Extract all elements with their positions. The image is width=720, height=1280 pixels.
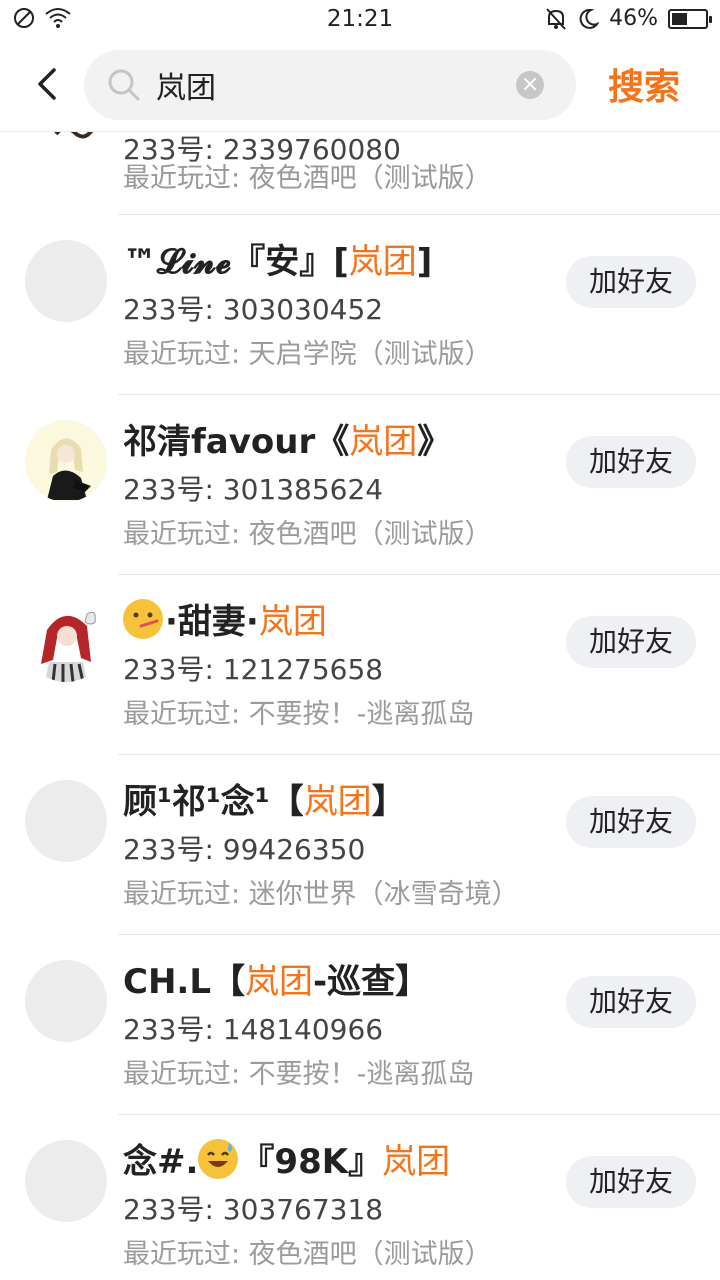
user-name: ™𝓛𝓲𝓷𝓮『安』[岚团]: [123, 234, 432, 283]
search-button[interactable]: 搜索: [608, 58, 680, 110]
name-suffix: -巡查】: [313, 962, 430, 1002]
name-text: ·甜妻·: [165, 602, 259, 642]
user-id: 233号: 99426350: [123, 833, 366, 866]
mute-bell-icon: [546, 7, 566, 30]
name-text-mid: 『98K』: [240, 1142, 383, 1182]
divider: [118, 214, 720, 215]
divider: [118, 574, 720, 575]
add-friend-button[interactable]: 加好友: [566, 796, 696, 848]
divider: [118, 754, 720, 755]
name-suffix: 》: [417, 422, 452, 462]
list-item[interactable]: 顾¹祁¹念¹【岚团】 233号: 99426350 最近玩过: 迷你世界（冰雪奇…: [0, 754, 720, 934]
search-box[interactable]: ×: [84, 50, 576, 120]
add-friend-button[interactable]: 加好友: [566, 256, 696, 308]
sick-face-emoji-icon: [123, 599, 163, 639]
user-id: 233号: 148140966: [123, 1013, 384, 1046]
battery-icon: [668, 8, 712, 29]
user-name: ·甜妻·岚团: [123, 594, 327, 643]
recently-played: 最近玩过: 不要按！-逃离孤岛: [123, 1059, 475, 1090]
battery-level: [672, 12, 687, 25]
name-text: 念#.: [123, 1142, 199, 1182]
user-name: 顾¹祁¹念¹【岚团】: [123, 774, 406, 823]
list-item-partial[interactable]: 233号: 2339760080 最近玩过: 夜色酒吧（测试版）: [0, 132, 720, 214]
name-text: 顾¹祁¹念¹【: [123, 782, 304, 822]
list-item[interactable]: ™𝓛𝓲𝓷𝓮『安』[岚团] 233号: 303030452 最近玩过: 天启学院（…: [0, 214, 720, 394]
name-highlight: 岚团: [303, 782, 372, 822]
search-header: × 搜索: [0, 40, 720, 132]
name-highlight: 岚团: [382, 1142, 451, 1182]
divider: [118, 934, 720, 935]
avatar[interactable]: [25, 600, 107, 682]
recently-played: 最近玩过: 夜色酒吧（测试版）: [123, 1239, 492, 1270]
user-id: 233号: 121275658: [123, 653, 384, 686]
add-friend-button[interactable]: 加好友: [566, 1156, 696, 1208]
user-id: 233号: 303030452: [123, 293, 384, 326]
user-id: 233号: 301385624: [123, 473, 384, 506]
battery-percent: 46%: [609, 6, 658, 31]
recently-played: 最近玩过: 天启学院（测试版）: [123, 339, 492, 370]
avatar[interactable]: [25, 420, 107, 502]
avatar[interactable]: [25, 780, 107, 862]
recently-played: 最近玩过: 夜色酒吧（测试版）: [123, 519, 492, 550]
clear-search-button[interactable]: ×: [516, 71, 544, 99]
name-highlight: 岚团: [258, 602, 327, 642]
name-suffix: ]: [416, 242, 433, 282]
search-results-list[interactable]: 233号: 2339760080 最近玩过: 夜色酒吧（测试版） ™𝓛𝓲𝓷𝓮『安…: [0, 132, 720, 1280]
avatar[interactable]: [25, 1140, 107, 1222]
status-right: 46%: [545, 6, 712, 31]
user-name: CH.L【岚团-巡查】: [123, 954, 429, 1003]
anime-girl-avatar-icon: [25, 420, 107, 502]
name-text: CH.L【: [123, 962, 245, 1002]
list-item[interactable]: 念#. 『98K』岚团 233号: 303767318 最近玩过: 夜色酒吧（测…: [0, 1114, 720, 1280]
status-bar: 21:21 46%: [0, 0, 720, 40]
add-friend-button[interactable]: 加好友: [566, 976, 696, 1028]
list-item[interactable]: CH.L【岚团-巡查】 233号: 148140966 最近玩过: 不要按！-逃…: [0, 934, 720, 1114]
search-icon: [108, 69, 140, 101]
chevron-left-icon: [38, 68, 56, 100]
add-friend-button[interactable]: 加好友: [566, 616, 696, 668]
back-button[interactable]: [28, 64, 68, 104]
name-suffix: 】: [371, 782, 406, 822]
name-highlight: 岚团: [348, 242, 417, 282]
avatar[interactable]: [25, 960, 107, 1042]
search-input[interactable]: [156, 62, 516, 108]
user-name: 祁清favour《岚团》: [123, 414, 451, 463]
user-name: 念#. 『98K』岚团: [123, 1134, 450, 1183]
user-id: 233号: 303767318: [123, 1193, 384, 1226]
add-friend-button[interactable]: 加好友: [566, 436, 696, 488]
red-hair-girl-avatar-icon: [41, 611, 96, 682]
list-item[interactable]: 祁清favour《岚团》 233号: 301385624 最近玩过: 夜色酒吧（…: [0, 394, 720, 574]
avatar-fragment: [54, 132, 93, 139]
divider: [118, 394, 720, 395]
moon-icon: [579, 8, 600, 29]
name-highlight: 岚团: [349, 422, 418, 462]
avatar[interactable]: [25, 240, 107, 322]
partial-recent: 最近玩过: 夜色酒吧（测试版）: [123, 163, 492, 194]
recently-played: 最近玩过: 不要按！-逃离孤岛: [123, 699, 475, 730]
name-text: 祁清favour《: [123, 422, 350, 462]
divider: [118, 1114, 720, 1115]
sweat-smile-emoji-icon: [198, 1139, 239, 1179]
list-item[interactable]: ·甜妻·岚团 233号: 121275658 最近玩过: 不要按！-逃离孤岛 加…: [0, 574, 720, 754]
close-icon: ×: [520, 72, 540, 97]
name-highlight: 岚团: [245, 962, 313, 1002]
recently-played: 最近玩过: 迷你世界（冰雪奇境）: [123, 879, 519, 910]
name-text: ™𝓛𝓲𝓷𝓮『安』[: [123, 242, 349, 282]
